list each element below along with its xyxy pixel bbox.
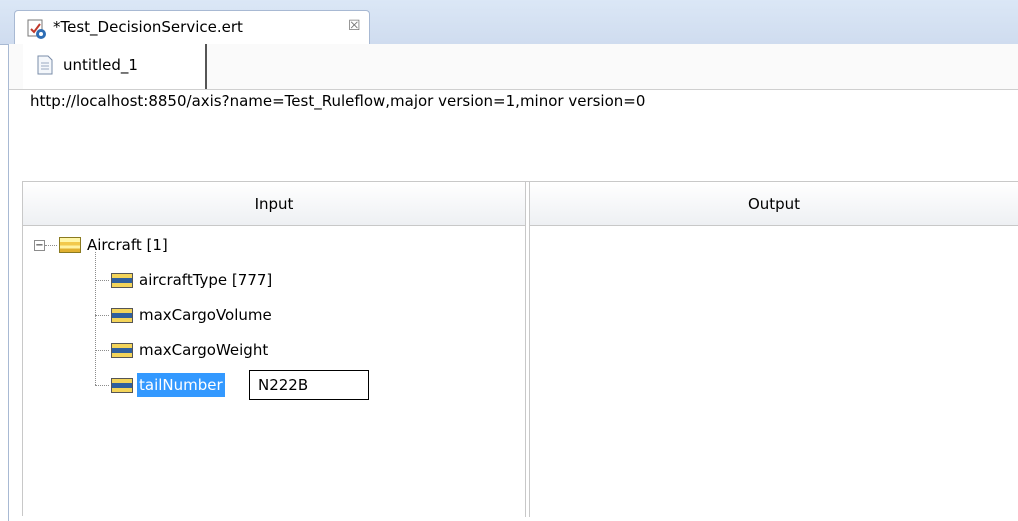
editor-tab-title: *Test_DecisionService.ert: [53, 18, 243, 36]
tree-connector: [95, 280, 109, 281]
output-tree-panel[interactable]: [529, 226, 1018, 517]
tail-number-value-input[interactable]: [249, 370, 369, 400]
service-url: http://localhost:8850/axis?name=Test_Rul…: [30, 92, 646, 110]
editor-tab-bar: *Test_DecisionService.ert ☒: [0, 0, 1018, 45]
tree-connector: [95, 252, 96, 385]
tree-node-max-cargo-weight[interactable]: maxCargoWeight: [139, 339, 268, 361]
tree-node-aircraft[interactable]: Aircraft [1]: [87, 234, 168, 256]
tree-node-tail-number[interactable]: tailNumber: [137, 373, 225, 397]
document-icon: [37, 55, 53, 75]
editor-tab-test-decision-service[interactable]: *Test_DecisionService.ert ☒: [14, 10, 370, 45]
subtab-untitled-1[interactable]: untitled_1: [23, 44, 207, 89]
tree-connector: [95, 385, 109, 386]
subtab-strip: untitled_1: [9, 44, 1018, 90]
rule-test-file-icon: [27, 19, 46, 39]
attribute-icon: [111, 308, 133, 323]
tree-connector: [95, 350, 109, 351]
tree-node-aircraft-type[interactable]: aircraftType [777]: [139, 269, 272, 291]
entity-icon: [59, 237, 81, 253]
tree-node-max-cargo-volume[interactable]: maxCargoVolume: [139, 304, 272, 326]
close-icon[interactable]: ☒: [348, 18, 361, 34]
subtab-label: untitled_1: [63, 56, 138, 74]
attribute-icon: [111, 273, 133, 288]
attribute-icon: [111, 378, 133, 393]
input-tree-panel[interactable]: − Aircraft [1] aircraftType [777] maxCar…: [23, 226, 526, 517]
test-grid: Input Output − Aircraft [1] aircraftType…: [22, 181, 1018, 517]
attribute-icon: [111, 343, 133, 358]
output-column-header[interactable]: Output: [529, 182, 1018, 226]
tree-connector: [95, 315, 109, 316]
input-column-header[interactable]: Input: [23, 182, 526, 226]
collapse-icon[interactable]: −: [34, 240, 45, 251]
tree-connector: [45, 245, 57, 246]
